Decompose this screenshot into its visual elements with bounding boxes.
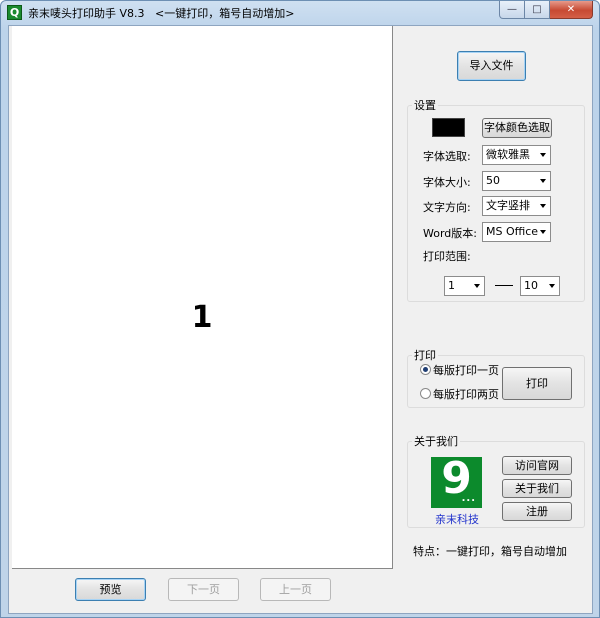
font-size-value: 50 (486, 174, 500, 187)
font-family-select[interactable]: 微软雅黑 (482, 145, 551, 165)
chevron-down-icon (549, 284, 555, 288)
one-per-page-radio[interactable] (420, 364, 431, 375)
title-bar[interactable]: Q 亲末唛头打印助手 V8.3 <一键打印，箱号自动增加> — □ ✕ (1, 1, 599, 25)
print-range-label: 打印范围: (423, 250, 471, 263)
range-separator (495, 285, 513, 286)
range-from-value: 1 (448, 279, 455, 292)
company-logo: 9 ... (431, 453, 482, 508)
logo-dots: ... (461, 493, 476, 504)
range-to-value: 10 (524, 279, 538, 292)
chevron-down-icon (540, 230, 546, 234)
visit-website-button[interactable]: 访问官网 (502, 456, 572, 475)
text-direction-value: 文字竖排 (486, 199, 530, 212)
app-icon: Q (7, 5, 22, 20)
maximize-button[interactable]: □ (525, 1, 550, 19)
font-size-select[interactable]: 50 (482, 171, 551, 191)
print-button[interactable]: 打印 (502, 367, 572, 400)
two-per-page-label[interactable]: 每版打印两页 (433, 386, 499, 402)
print-group-title: 打印 (412, 347, 438, 363)
chevron-down-icon (474, 284, 480, 288)
font-size-label: 字体大小: (423, 176, 471, 189)
font-color-button[interactable]: 字体颜色选取 (482, 118, 552, 138)
font-color-swatch (432, 118, 465, 137)
preview-button[interactable]: 预览 (75, 578, 146, 601)
chevron-down-icon (540, 204, 546, 208)
company-name: 亲末科技 (435, 513, 479, 526)
minimize-button[interactable]: — (499, 1, 525, 19)
font-family-label: 字体选取: (423, 150, 471, 163)
register-button[interactable]: 注册 (502, 502, 572, 521)
close-button[interactable]: ✕ (550, 1, 593, 19)
word-version-value: MS Office (486, 225, 539, 238)
one-per-page-label[interactable]: 每版打印一页 (433, 362, 499, 378)
preview-page-number: 1 (191, 300, 213, 335)
range-to-select[interactable]: 10 (520, 276, 560, 296)
chevron-down-icon (540, 179, 546, 183)
font-family-value: 微软雅黑 (486, 148, 530, 161)
word-version-select[interactable]: MS Office (482, 222, 551, 242)
range-from-select[interactable]: 1 (444, 276, 485, 296)
import-file-button[interactable]: 导入文件 (457, 51, 526, 81)
settings-group-title: 设置 (412, 97, 438, 113)
window-controls: — □ ✕ (499, 1, 593, 19)
two-per-page-radio[interactable] (420, 388, 431, 399)
print-preview-canvas: 1 (12, 26, 393, 569)
about-group-title: 关于我们 (412, 433, 460, 449)
chevron-down-icon (540, 153, 546, 157)
text-direction-label: 文字方向: (423, 201, 471, 214)
about-us-button[interactable]: 关于我们 (502, 479, 572, 498)
text-direction-select[interactable]: 文字竖排 (482, 196, 551, 216)
window-title: 亲末唛头打印助手 V8.3 <一键打印，箱号自动增加> (28, 7, 295, 20)
features-text: 特点：一键打印，箱号自动增加 (413, 545, 567, 558)
prev-page-button[interactable]: 上一页 (260, 578, 331, 601)
app-window: Q 亲末唛头打印助手 V8.3 <一键打印，箱号自动增加> — □ ✕ 1 预览… (0, 0, 600, 618)
next-page-button[interactable]: 下一页 (168, 578, 239, 601)
word-version-label: Word版本: (423, 227, 477, 240)
client-area: 1 预览 下一页 上一页 导入文件 设置 字体颜色选取 字体选取: 微软雅黑 字… (8, 25, 593, 614)
